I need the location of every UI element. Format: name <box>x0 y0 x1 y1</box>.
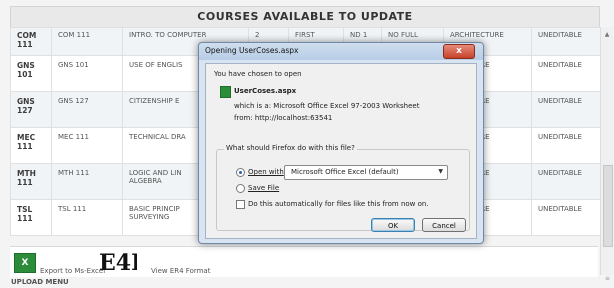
course-code-cell: MTH 111 <box>51 163 123 200</box>
application-select[interactable]: Microsoft Office Excel (default) ▼ <box>284 165 448 180</box>
application-select-value: Microsoft Office Excel (default) <box>291 168 399 176</box>
action-cell: UNEDITABLE <box>531 127 601 164</box>
page-title: COURSES AVAILABLE TO UPDATE <box>10 6 600 27</box>
course-code-cell: GNS 127 <box>10 91 52 128</box>
action-cell: UNEDITABLE <box>531 199 601 236</box>
dialog-title: Opening UserCoses.aspx <box>205 46 299 55</box>
scroll-thumb[interactable] <box>603 165 613 247</box>
course-title-line: LOGIC AND LIN <box>129 169 182 177</box>
course-code-cell: GNS 127 <box>51 91 123 128</box>
course-code-cell: TSL 111 <box>10 199 52 236</box>
ok-button[interactable]: OK <box>371 218 415 232</box>
scroll-up-arrow-icon[interactable]: ▲ <box>603 31 611 39</box>
export-bar: X Export to Ms-Excel E4R View ER4 Format <box>10 246 598 277</box>
excel-file-icon <box>220 86 231 98</box>
dialog-filetype: which is a: Microsoft Office Excel 97-20… <box>234 102 420 110</box>
save-file-label[interactable]: Save File <box>248 184 279 192</box>
close-icon[interactable]: x <box>443 44 475 59</box>
er4-logo-text: E4R <box>99 250 137 276</box>
view-er4-link[interactable]: View ER4 Format <box>151 267 210 275</box>
dialog-titlebar[interactable]: Opening UserCoses.aspx x <box>199 43 483 60</box>
scroll-grip-icon: ≡ <box>605 275 611 282</box>
course-code-cell: GNS 101 <box>10 55 52 92</box>
action-cell: UNEDITABLE <box>531 27 601 56</box>
er4-logo-icon[interactable]: E4R <box>99 248 137 278</box>
chevron-down-icon: ▼ <box>438 168 443 175</box>
save-file-text: Save File <box>248 184 280 192</box>
dialog-filename: UserCoses.aspx <box>234 87 297 95</box>
open-file-dialog: Opening UserCoses.aspx x You have chosen… <box>198 42 484 244</box>
course-title-line: BASIC PRINCIP <box>129 205 180 213</box>
upload-menu-heading: UPLOAD MENU <box>11 278 69 286</box>
open-with-label[interactable]: Open with <box>248 168 284 176</box>
dialog-body: You have chosen to open UserCoses.aspx w… <box>205 63 477 239</box>
excel-icon[interactable]: X <box>14 253 36 273</box>
dialog-source: from: http://localhost:63541 <box>234 114 333 122</box>
save-file-radio[interactable] <box>236 184 245 193</box>
open-with-radio[interactable] <box>236 168 245 177</box>
course-code-cell: MTH 111 <box>10 163 52 200</box>
action-question: What should Firefox do with this file? <box>224 144 357 152</box>
course-code-cell: COM 111 <box>10 27 52 56</box>
action-cell: UNEDITABLE <box>531 163 601 200</box>
export-excel-link[interactable]: Export to Ms-Excel <box>40 267 105 275</box>
dialog-intro: You have chosen to open <box>214 70 302 78</box>
page-scrollbar[interactable]: ▲ ≡ <box>600 27 613 282</box>
course-code-cell: GNS 101 <box>51 55 123 92</box>
action-cell: UNEDITABLE <box>531 55 601 92</box>
action-cell: UNEDITABLE <box>531 91 601 128</box>
auto-action-checkbox[interactable] <box>236 200 245 209</box>
course-code-cell: MEC 111 <box>10 127 52 164</box>
courses-page: COURSES AVAILABLE TO UPDATE COM 111 COM … <box>0 0 614 288</box>
course-code-cell: TSL 111 <box>51 199 123 236</box>
course-title-line: ALGEBRA <box>129 177 162 185</box>
course-title-line: SURVEYING <box>129 213 170 221</box>
course-code-cell: COM 111 <box>51 27 123 56</box>
auto-action-label[interactable]: Do this automatically for files like thi… <box>248 200 429 208</box>
course-code-cell: MEC 111 <box>51 127 123 164</box>
open-with-text: Open with <box>248 168 284 176</box>
cancel-button[interactable]: Cancel <box>422 218 466 232</box>
